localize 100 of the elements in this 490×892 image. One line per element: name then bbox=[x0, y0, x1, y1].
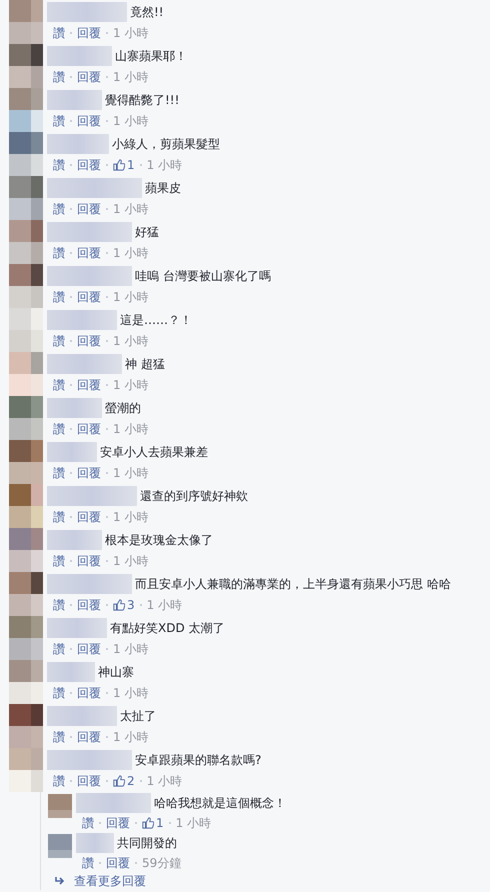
reply-link[interactable]: 回覆 bbox=[77, 684, 101, 702]
like-link[interactable]: 讚 bbox=[53, 464, 65, 482]
reply-link[interactable]: 回覆 bbox=[77, 244, 101, 262]
timestamp: 1 小時 bbox=[113, 464, 148, 482]
timestamp: 1 小時 bbox=[113, 684, 148, 702]
like-link[interactable]: 讚 bbox=[53, 244, 65, 262]
reply-link[interactable]: 回覆 bbox=[77, 464, 101, 482]
reply-link[interactable]: 回覆 bbox=[77, 68, 101, 86]
reply-link[interactable]: 回覆 bbox=[77, 640, 101, 658]
timestamp: 1 小時 bbox=[113, 244, 148, 262]
like-link[interactable]: 讚 bbox=[53, 596, 65, 614]
like-link[interactable]: 讚 bbox=[53, 112, 65, 130]
reply-link[interactable]: 回覆 bbox=[106, 854, 130, 872]
separator-dot bbox=[70, 208, 72, 210]
reply-link[interactable]: 回覆 bbox=[77, 552, 101, 570]
separator-dot bbox=[106, 516, 108, 518]
separator-dot bbox=[70, 340, 72, 342]
separator-dot bbox=[70, 428, 72, 430]
separator-dot bbox=[106, 780, 108, 782]
comment-text: 安卓跟蘋果的聯名款嗎? bbox=[135, 752, 262, 768]
blurred-name bbox=[47, 442, 97, 462]
comment-text: 這是……？！ bbox=[120, 312, 192, 328]
comment-text: 覺得酷斃了!!! bbox=[105, 92, 180, 108]
reply-link[interactable]: 回覆 bbox=[77, 728, 101, 746]
reply-link[interactable]: 回覆 bbox=[77, 200, 101, 218]
separator-dot bbox=[106, 692, 108, 694]
reply-link[interactable]: 回覆 bbox=[106, 814, 130, 832]
like-link[interactable]: 讚 bbox=[82, 814, 94, 832]
like-link[interactable]: 讚 bbox=[53, 420, 65, 438]
separator-dot bbox=[106, 560, 108, 562]
like-link[interactable]: 讚 bbox=[53, 552, 65, 570]
separator-dot bbox=[70, 604, 72, 606]
separator-dot bbox=[106, 120, 108, 122]
blurred-name bbox=[47, 398, 102, 418]
like-link[interactable]: 讚 bbox=[53, 508, 65, 526]
reply-link[interactable]: 回覆 bbox=[77, 112, 101, 130]
comment-text: 神 超猛 bbox=[125, 356, 165, 372]
thumbs-up-icon bbox=[142, 817, 154, 830]
like-link[interactable]: 讚 bbox=[82, 854, 94, 872]
like-link[interactable]: 讚 bbox=[53, 376, 65, 394]
reply-link[interactable]: 回覆 bbox=[77, 288, 101, 306]
blurred-name bbox=[47, 706, 117, 726]
timestamp: 1 小時 bbox=[113, 112, 148, 130]
separator-dot bbox=[140, 780, 142, 782]
comment-text: 哈哈我想就是這個概念！ bbox=[154, 795, 286, 812]
like-link[interactable]: 讚 bbox=[53, 156, 65, 174]
reply-link[interactable]: 回覆 bbox=[77, 332, 101, 350]
reply-link[interactable]: 回覆 bbox=[77, 420, 101, 438]
reply-link[interactable]: 回覆 bbox=[77, 772, 101, 790]
like-link[interactable]: 讚 bbox=[53, 288, 65, 306]
timestamp: 1 小時 bbox=[146, 156, 182, 174]
reply-link[interactable]: 回覆 bbox=[77, 376, 101, 394]
comment-text: 根本是玫瑰金太像了 bbox=[105, 532, 213, 548]
timestamp: 1 小時 bbox=[113, 200, 148, 218]
like-link[interactable]: 讚 bbox=[53, 728, 65, 746]
separator-dot bbox=[106, 76, 108, 78]
timestamp: 1 小時 bbox=[113, 68, 148, 86]
comment-text: 好猛 bbox=[135, 224, 159, 240]
separator-dot bbox=[106, 472, 108, 474]
comment-text: 蘋果皮 bbox=[145, 180, 181, 196]
like-count: 1 bbox=[127, 158, 135, 172]
separator-dot bbox=[70, 164, 72, 166]
separator-dot bbox=[70, 32, 72, 34]
separator-dot bbox=[140, 604, 142, 606]
separator-dot bbox=[70, 692, 72, 694]
like-link[interactable]: 讚 bbox=[53, 200, 65, 218]
separator-dot bbox=[106, 604, 108, 606]
like-link[interactable]: 讚 bbox=[53, 24, 65, 42]
like-link[interactable]: 讚 bbox=[53, 68, 65, 86]
view-more-replies-link[interactable]: 查看更多回覆 bbox=[74, 872, 146, 890]
timestamp: 1 小時 bbox=[146, 772, 182, 790]
reply-link[interactable]: 回覆 bbox=[77, 596, 101, 614]
separator-dot bbox=[70, 296, 72, 298]
timestamp: 1 小時 bbox=[113, 288, 148, 306]
comment-text: 安卓小人去蘋果兼差 bbox=[100, 444, 208, 460]
separator-dot bbox=[140, 164, 142, 166]
like-link[interactable]: 讚 bbox=[53, 640, 65, 658]
comment-text: 螢潮的 bbox=[105, 400, 141, 416]
timestamp: 1 小時 bbox=[113, 420, 148, 438]
reply-link[interactable]: 回覆 bbox=[77, 156, 101, 174]
timestamp: 1 小時 bbox=[113, 728, 148, 746]
comment-text: 小綠人，剪蘋果髮型 bbox=[112, 136, 220, 152]
like-count: 1 bbox=[156, 816, 164, 830]
thumbs-up-icon bbox=[113, 775, 125, 787]
separator-dot bbox=[168, 822, 171, 824]
separator-dot bbox=[106, 296, 108, 298]
like-link[interactable]: 讚 bbox=[53, 332, 65, 350]
comment-text: 竟然!! bbox=[130, 4, 164, 20]
blurred-name bbox=[47, 618, 107, 638]
separator-dot bbox=[70, 736, 72, 738]
like-link[interactable]: 讚 bbox=[53, 684, 65, 702]
reply-arrow-icon bbox=[54, 876, 66, 886]
separator-dot bbox=[70, 780, 72, 782]
reply-link[interactable]: 回覆 bbox=[77, 24, 101, 42]
reply-link[interactable]: 回覆 bbox=[77, 508, 101, 526]
separator-dot bbox=[106, 736, 108, 738]
separator-dot bbox=[70, 560, 72, 562]
blurred-name bbox=[47, 90, 102, 110]
like-link[interactable]: 讚 bbox=[53, 772, 65, 790]
timestamp: 1 小時 bbox=[113, 508, 148, 526]
